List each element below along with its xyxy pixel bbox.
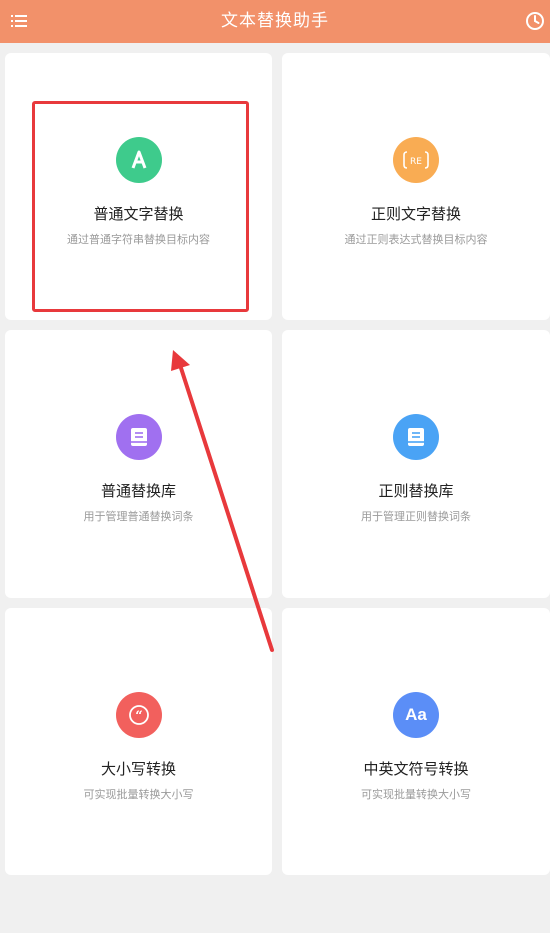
card-title: 正则替换库 (378, 482, 454, 500)
book-icon (115, 414, 162, 460)
svg-text:RE: RE (410, 157, 422, 167)
card-title: 普通替换库 (100, 482, 176, 500)
quote-icon: “ (115, 692, 162, 738)
card-description: 通过正则表达式替换目标内容 (344, 233, 488, 246)
page-title: 文本替换助手 (221, 11, 329, 31)
regex-icon: RE (393, 137, 439, 183)
card-description: 可实现批量转换大小写 (361, 788, 471, 801)
card-description: 用于管理普通替换词条 (83, 510, 194, 523)
clock-icon[interactable] (524, 10, 546, 32)
letter-a-icon (115, 137, 162, 183)
card-description: 可实现批量转换大小写 (83, 788, 194, 801)
svg-text:“: “ (135, 709, 142, 724)
card-description: 通过普通字符串替换目标内容 (67, 233, 210, 246)
aa-icon: Aa (393, 692, 439, 738)
card-title: 大小写转换 (100, 760, 176, 778)
card-title: 中英文符号转换 (363, 760, 469, 778)
book-icon (393, 414, 439, 460)
card-regex-text-replace[interactable]: RE 正则文字替换 通过正则表达式替换目标内容 (282, 53, 550, 320)
card-normal-text-replace[interactable]: 普通文字替换 通过普通字符串替换目标内容 (5, 53, 272, 320)
card-symbol-convert[interactable]: Aa 中英文符号转换 可实现批量转换大小写 (282, 608, 550, 875)
card-description: 用于管理正则替换词条 (361, 510, 471, 523)
card-case-convert[interactable]: “ 大小写转换 可实现批量转换大小写 (5, 608, 272, 875)
app-header: 文本替换助手 (0, 0, 550, 43)
card-regex-replace-library[interactable]: 正则替换库 用于管理正则替换词条 (282, 330, 550, 598)
card-normal-replace-library[interactable]: 普通替换库 用于管理普通替换词条 (5, 330, 272, 598)
card-title: 普通文字替换 (93, 205, 184, 223)
card-title: 正则文字替换 (370, 205, 461, 223)
